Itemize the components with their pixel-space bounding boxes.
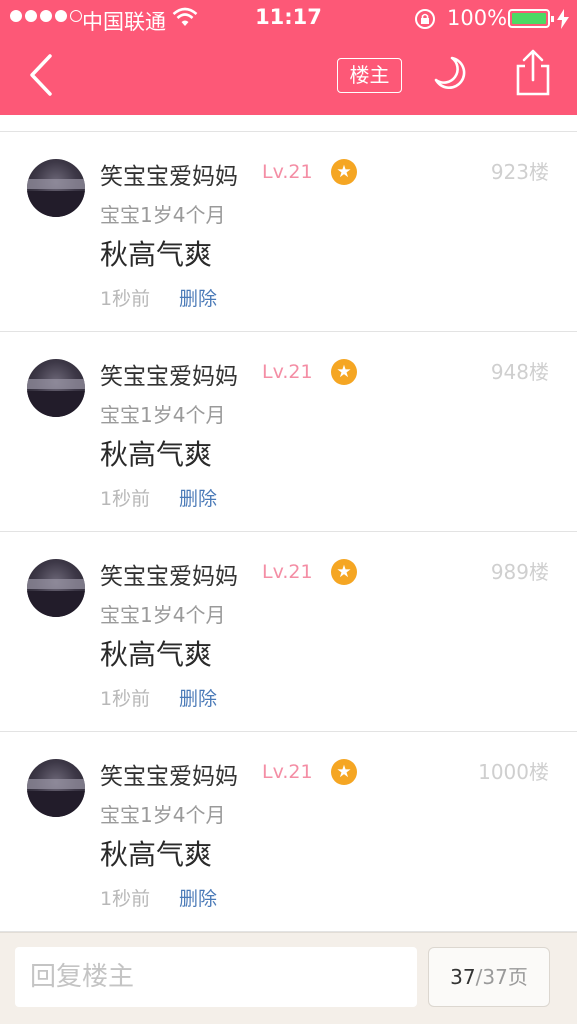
baby-age: 宝宝1岁4个月 — [100, 403, 226, 427]
top-header: 中国联通 11:17 100% 楼主 — [0, 0, 577, 115]
floor-number: 948楼 — [490, 360, 549, 384]
user-avatar[interactable] — [27, 159, 85, 217]
user-avatar[interactable] — [27, 359, 85, 417]
status-bar: 中国联通 11:17 100% — [0, 0, 577, 38]
post-time: 1秒前 — [100, 288, 151, 310]
reply-item: 笑宝宝爱妈妈 Lv.21 ★ 989楼 宝宝1岁4个月 秋高气爽 1秒前 删除 — [0, 532, 577, 732]
user-level: Lv.21 — [262, 161, 313, 183]
delete-button[interactable]: 删除 — [179, 484, 217, 511]
reply-list[interactable]: 笑宝宝爱妈妈 Lv.21 ★ 923楼 宝宝1岁4个月 秋高气爽 1秒前 删除 … — [0, 115, 577, 932]
star-badge-icon: ★ — [331, 559, 357, 585]
floor-number: 1000楼 — [478, 760, 549, 784]
total-pages: /37页 — [475, 965, 528, 989]
delete-button[interactable]: 删除 — [179, 884, 217, 911]
delete-button[interactable]: 删除 — [179, 284, 217, 311]
post-time: 1秒前 — [100, 688, 151, 710]
baby-age: 宝宝1岁4个月 — [100, 203, 226, 227]
reply-item: 笑宝宝爱妈妈 Lv.21 ★ 923楼 宝宝1岁4个月 秋高气爽 1秒前 删除 — [0, 132, 577, 332]
username[interactable]: 笑宝宝爱妈妈 — [100, 557, 238, 591]
baby-age: 宝宝1岁4个月 — [100, 603, 226, 627]
reply-content: 秋高气爽 — [100, 638, 213, 671]
post-time: 1秒前 — [100, 888, 151, 910]
owner-only-button[interactable]: 楼主 — [337, 58, 402, 93]
user-level: Lv.21 — [262, 561, 313, 583]
delete-button[interactable]: 删除 — [179, 684, 217, 711]
floor-number: 923楼 — [490, 160, 549, 184]
floor-number: 989楼 — [490, 560, 549, 584]
user-level: Lv.21 — [262, 361, 313, 383]
star-badge-icon: ★ — [331, 359, 357, 385]
back-icon[interactable] — [22, 50, 62, 100]
battery-percentage: 100% — [447, 6, 508, 30]
page-jump-button[interactable]: 37/37页 — [428, 947, 550, 1007]
reply-content: 秋高气爽 — [100, 838, 213, 871]
reply-bar: 37/37页 — [0, 932, 577, 1024]
post-time: 1秒前 — [100, 488, 151, 510]
charging-icon — [557, 9, 569, 29]
star-badge-icon: ★ — [331, 759, 357, 785]
user-level: Lv.21 — [262, 761, 313, 783]
rotation-lock-icon — [415, 9, 435, 29]
reply-item: 笑宝宝爱妈妈 Lv.21 ★ 1000楼 宝宝1岁4个月 秋高气爽 1秒前 删除 — [0, 732, 577, 932]
reply-content: 秋高气爽 — [100, 238, 213, 271]
share-icon[interactable] — [510, 48, 556, 98]
current-page: 37 — [450, 965, 476, 989]
moon-icon[interactable] — [430, 52, 472, 94]
star-badge-icon: ★ — [331, 159, 357, 185]
battery-icon — [508, 9, 554, 28]
user-avatar[interactable] — [27, 759, 85, 817]
reply-item: 笑宝宝爱妈妈 Lv.21 ★ 948楼 宝宝1岁4个月 秋高气爽 1秒前 删除 — [0, 332, 577, 532]
reply-input[interactable] — [15, 947, 417, 1007]
baby-age: 宝宝1岁4个月 — [100, 803, 226, 827]
username[interactable]: 笑宝宝爱妈妈 — [100, 357, 238, 391]
username[interactable]: 笑宝宝爱妈妈 — [100, 157, 238, 191]
username[interactable]: 笑宝宝爱妈妈 — [100, 757, 238, 791]
user-avatar[interactable] — [27, 559, 85, 617]
reply-content: 秋高气爽 — [100, 438, 213, 471]
